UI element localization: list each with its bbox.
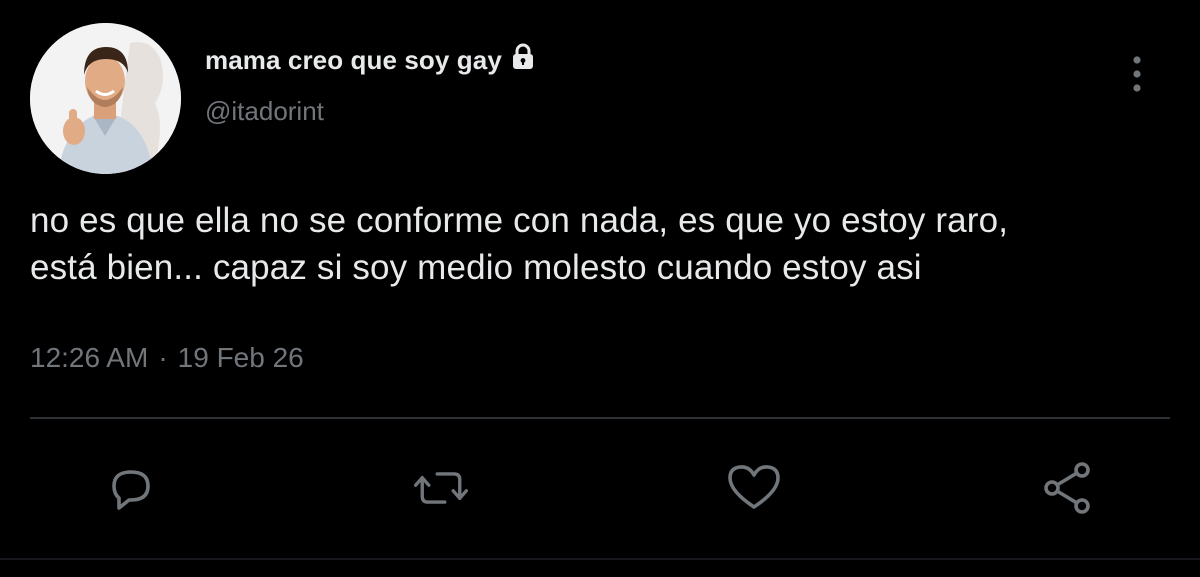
divider <box>30 417 1170 419</box>
reply-button[interactable] <box>101 458 161 518</box>
tweet-text-line: no es que ella no se conforme con nada, … <box>30 201 1009 240</box>
author-name-row: mama creo que soy gay <box>205 42 538 78</box>
more-vertical-icon[interactable] <box>1124 52 1150 96</box>
tweet-text-line: está bien... capaz si soy medio molesto … <box>30 248 922 287</box>
share-icon <box>1044 462 1090 514</box>
tweet-text: no es que ella no se conforme con nada, … <box>30 197 1180 291</box>
retweet-button[interactable] <box>411 458 471 518</box>
like-button[interactable] <box>724 458 784 518</box>
avatar[interactable] <box>30 23 181 174</box>
author-handle[interactable]: @itadorint <box>205 96 324 127</box>
heart-icon <box>728 465 780 509</box>
avatar-photo-icon <box>30 23 181 174</box>
reply-icon <box>112 470 150 510</box>
display-name[interactable]: mama creo que soy gay <box>205 45 502 76</box>
timestamp-separator: · <box>158 342 168 373</box>
tweet-timestamp[interactable]: 12:26 AM · 19 Feb 26 <box>30 342 304 374</box>
bottom-border <box>0 558 1200 560</box>
retweet-icon <box>414 472 468 504</box>
lock-icon <box>508 42 538 72</box>
tweet-date: 19 Feb 26 <box>177 342 304 373</box>
share-button[interactable] <box>1038 458 1098 518</box>
tweet-card: mama creo que soy gay @itadorint no es q… <box>0 0 1200 577</box>
tweet-time: 12:26 AM <box>30 342 149 373</box>
